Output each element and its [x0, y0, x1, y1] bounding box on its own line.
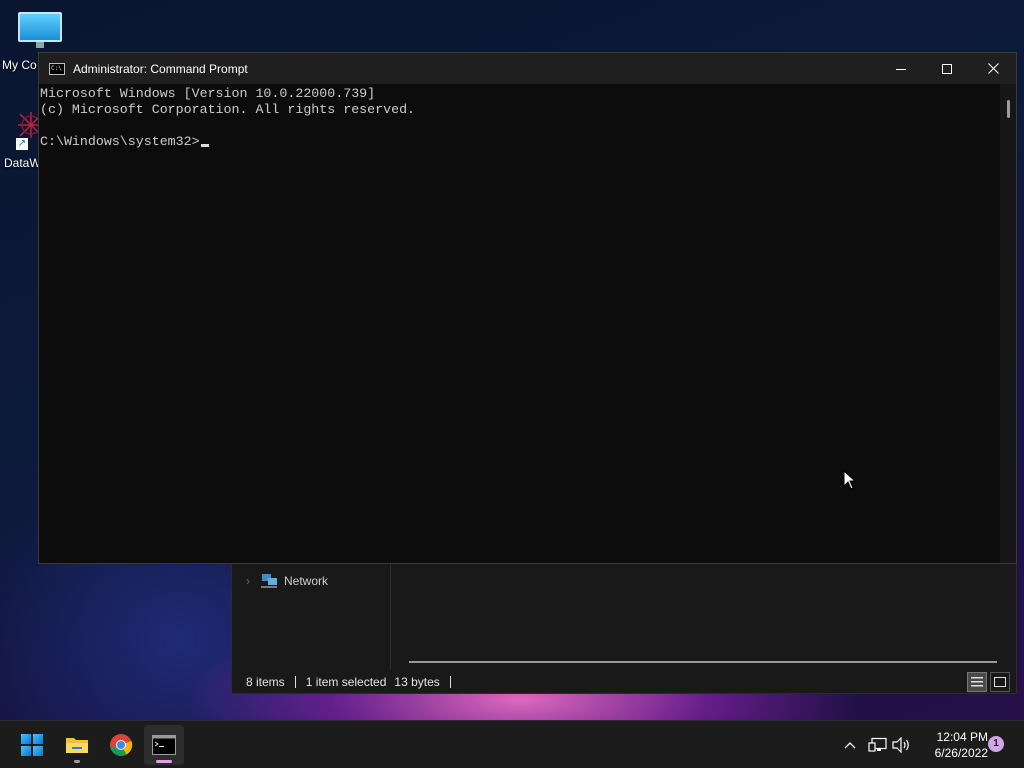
console-output[interactable]: Microsoft Windows [Version 10.0.22000.73… [39, 84, 1000, 563]
nav-item-network[interactable]: › Network [242, 571, 328, 591]
view-toggle [967, 672, 1010, 692]
details-view-icon [971, 677, 983, 687]
clock-date: 6/26/2022 [934, 746, 988, 760]
horizontal-scrollbar[interactable] [409, 661, 997, 663]
computer-icon [18, 12, 62, 48]
navigation-pane[interactable]: › Network [232, 561, 391, 669]
network-status-button[interactable] [868, 721, 888, 768]
item-count: 8 items [246, 675, 285, 689]
large-icons-view-icon [994, 677, 1006, 687]
clock-time: 12:04 PM [936, 730, 988, 744]
nav-item-label: Network [284, 574, 329, 588]
details-view-button[interactable] [967, 672, 987, 692]
text-cursor [200, 144, 209, 147]
windows-logo-icon [21, 734, 43, 756]
status-divider [449, 676, 451, 688]
chevron-right-icon[interactable]: › [242, 574, 254, 588]
minimize-button[interactable] [878, 53, 924, 84]
window-title: Administrator: Command Prompt [73, 61, 248, 76]
speaker-icon [892, 737, 909, 753]
folder-icon [66, 738, 88, 753]
command-prompt-icon: C:\ [49, 62, 65, 75]
window-controls [878, 53, 1016, 84]
desktop-icon-label: DataW [4, 156, 41, 170]
chrome-icon [110, 734, 133, 756]
command-prompt-window[interactable]: C:\ Administrator: Command Prompt Micros… [38, 52, 1017, 564]
close-icon [987, 63, 999, 74]
console-prompt: C:\Windows\system32> [40, 134, 200, 149]
taskbar-command-prompt[interactable] [144, 725, 184, 765]
taskbar-chrome[interactable] [101, 725, 141, 765]
desktop-icon-label: My Co [2, 58, 37, 72]
title-bar[interactable]: C:\ Administrator: Command Prompt [39, 53, 1016, 84]
network-monitor-icon [868, 737, 887, 752]
chevron-up-icon [844, 742, 856, 749]
command-prompt-icon [152, 735, 176, 755]
show-hidden-icons-button[interactable] [840, 721, 860, 768]
notification-badge[interactable]: 1 [988, 736, 1004, 752]
status-divider [294, 676, 296, 688]
running-indicator [74, 760, 80, 763]
maximize-icon [942, 63, 952, 74]
taskbar: 12:04 PM 6/26/2022 [0, 720, 1024, 768]
selection-size: 13 bytes [394, 675, 440, 689]
status-bar: 8 items 1 item selected 13 bytes [232, 671, 1016, 693]
volume-button[interactable] [892, 721, 912, 768]
scrollbar-thumb[interactable] [1007, 100, 1010, 118]
selection-count: 1 item selected [305, 675, 387, 689]
console-line: (c) Microsoft Corporation. All rights re… [40, 102, 416, 117]
large-icons-view-button[interactable] [990, 672, 1010, 692]
console-line: Microsoft Windows [Version 10.0.22000.73… [40, 86, 376, 101]
minimize-icon [896, 68, 906, 70]
clock[interactable]: 12:04 PM 6/26/2022 [916, 729, 988, 761]
close-button[interactable] [970, 53, 1016, 84]
network-icon [261, 574, 277, 588]
taskbar-file-explorer[interactable] [57, 725, 97, 765]
file-explorer-window[interactable]: › Network 8 items 1 item selected 13 byt… [231, 560, 1017, 694]
start-button[interactable] [12, 725, 52, 765]
console-prompt-line[interactable]: C:\Windows\system32> [40, 134, 1000, 150]
shortcut-arrow-icon: ↗ [16, 138, 28, 150]
active-indicator [156, 760, 172, 763]
mouse-pointer-icon [843, 470, 857, 490]
console-line: ​ [40, 118, 1000, 134]
maximize-button[interactable] [924, 53, 970, 84]
vertical-scrollbar[interactable] [1000, 84, 1016, 563]
